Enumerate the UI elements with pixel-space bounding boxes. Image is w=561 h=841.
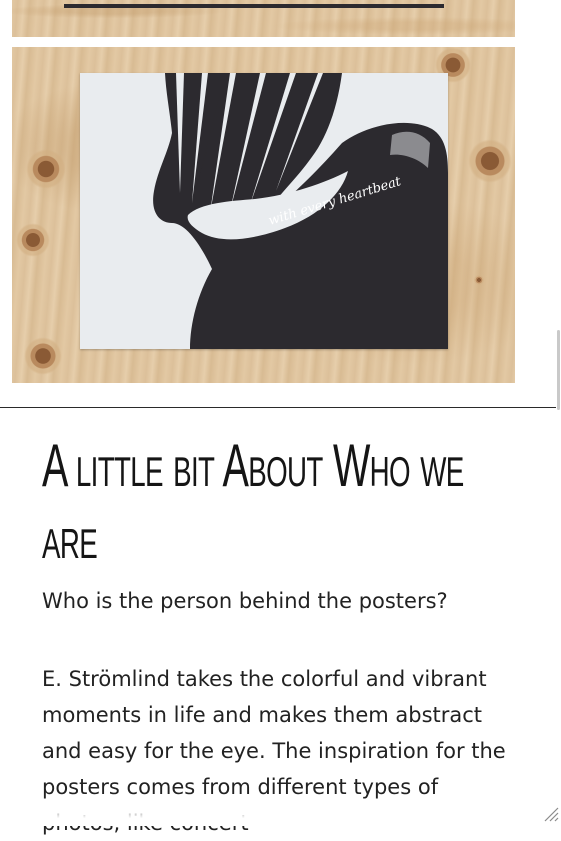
resize-handle-icon[interactable] (543, 806, 559, 822)
poster-edge (64, 4, 444, 8)
section-divider (0, 407, 556, 408)
about-question: Who is the person behind the posters? (42, 589, 448, 613)
wood-knot (468, 139, 512, 183)
content-fade (0, 800, 561, 826)
wood-knot (16, 223, 50, 257)
poster-illustration: with every heartbeat (153, 73, 448, 349)
poster-artwork: with every heartbeat (80, 73, 448, 349)
wood-knot (474, 275, 484, 285)
wood-knot (24, 337, 62, 375)
scrollbar-thumb[interactable] (557, 330, 560, 410)
poster-photo: with every heartbeat (12, 47, 515, 383)
about-heading: A little bit About Who we are (42, 432, 464, 571)
wood-knot (26, 149, 66, 189)
top-photo (12, 0, 515, 37)
